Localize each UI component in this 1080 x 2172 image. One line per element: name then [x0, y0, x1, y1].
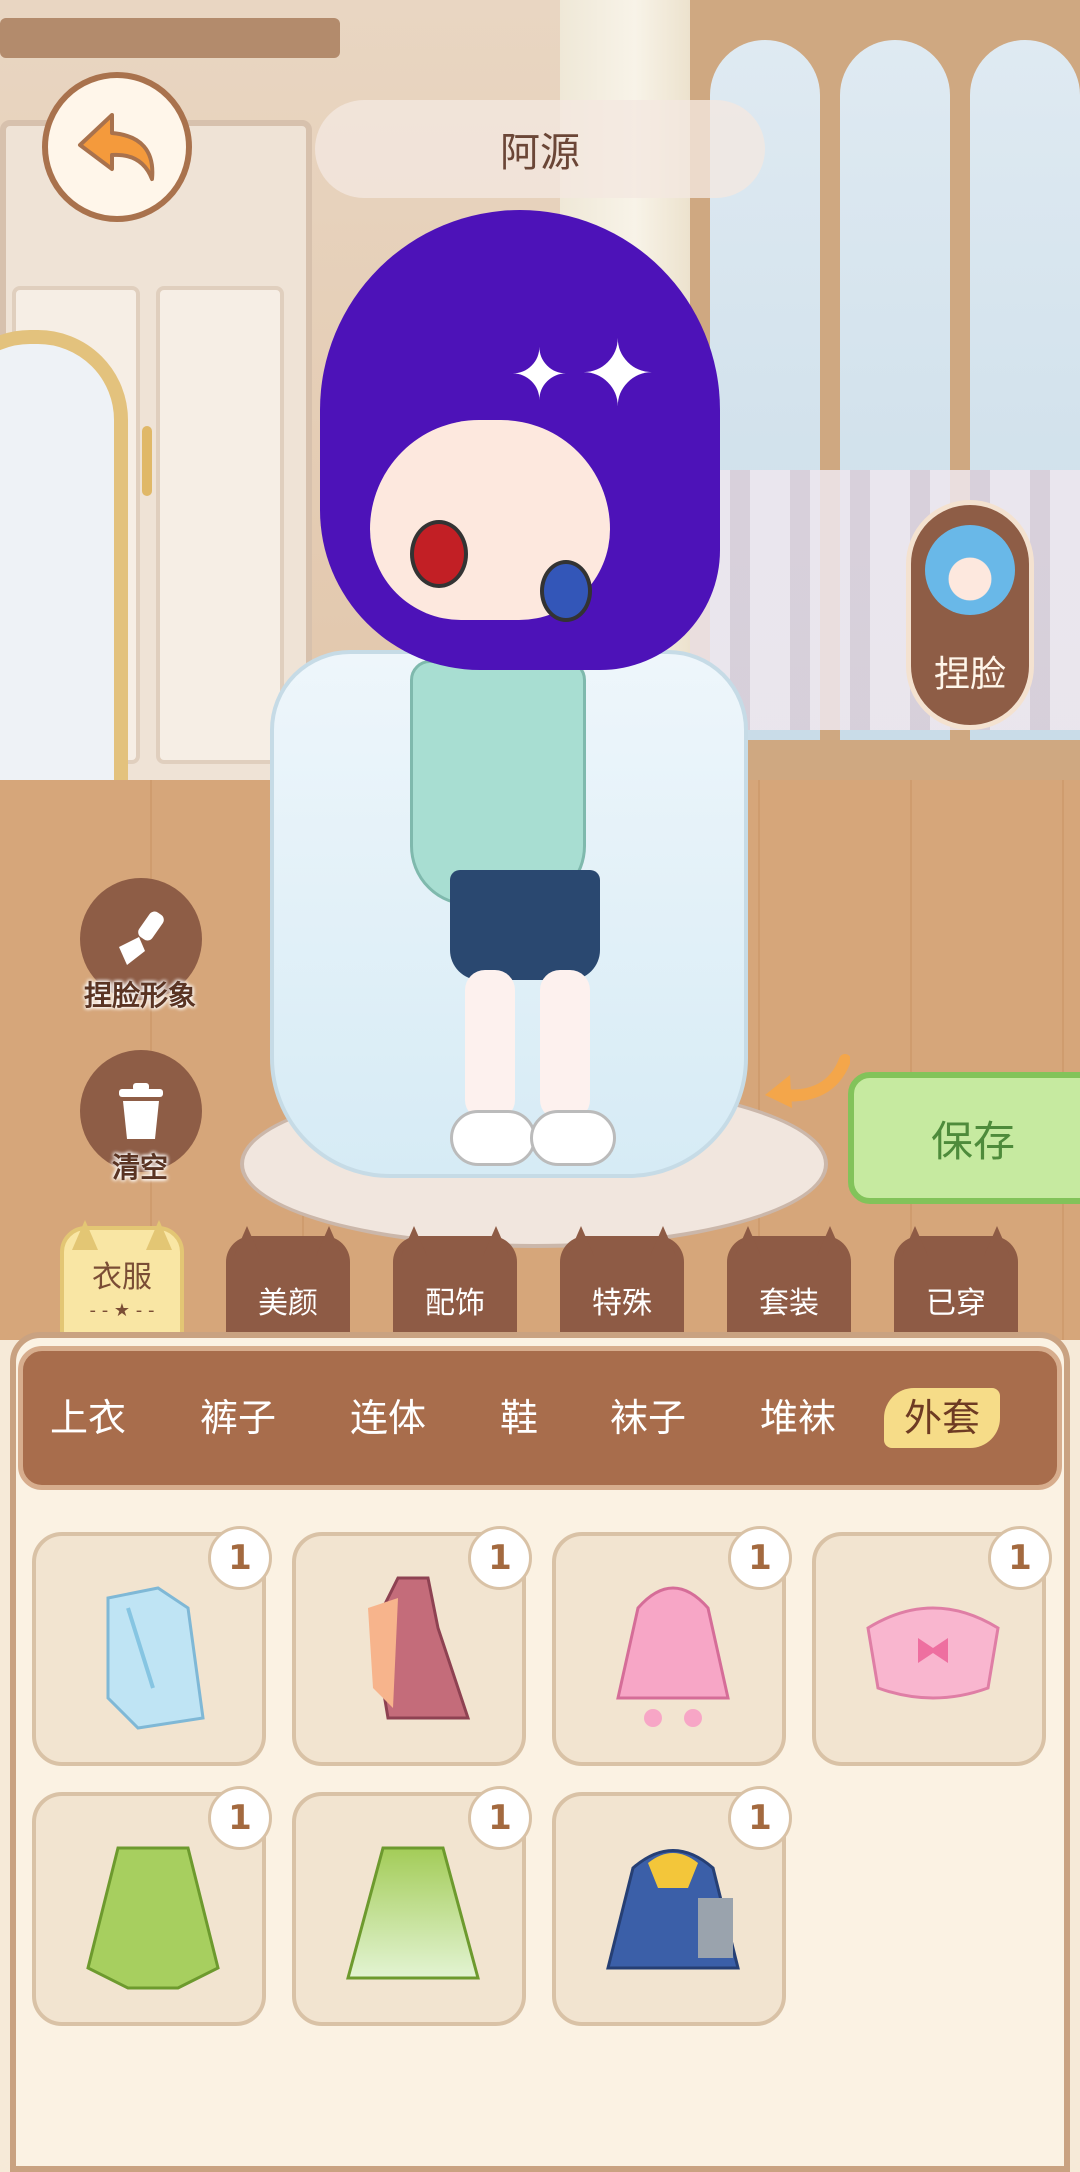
- character-eye: [540, 560, 592, 622]
- pink-hooded-jacket-icon: [616, 1586, 730, 1727]
- back-button[interactable]: [42, 72, 192, 222]
- subtab-stacked-socks[interactable]: 堆袜: [760, 1388, 836, 1448]
- green-robe-icon: [86, 1846, 220, 1990]
- item-count-badge: 1: [468, 1786, 532, 1850]
- character-leg: [465, 970, 515, 1120]
- item-card[interactable]: 1: [292, 1526, 532, 1766]
- face-edit-label: 捏脸: [933, 654, 1006, 695]
- tab-special[interactable]: 特殊: [560, 1236, 684, 1340]
- subtab-shoes[interactable]: 鞋: [500, 1388, 538, 1448]
- item-count-badge: 1: [468, 1526, 532, 1590]
- subtab-socks[interactable]: 袜子: [610, 1388, 686, 1448]
- clear-label: 清空: [111, 1151, 168, 1184]
- save-button[interactable]: 保存: [848, 1072, 1080, 1204]
- item-count-badge: 1: [208, 1786, 272, 1850]
- subtab-onepiece[interactable]: 连体: [350, 1388, 426, 1448]
- back-arrow-icon: [78, 113, 155, 181]
- item-card[interactable]: 1: [552, 1786, 792, 2026]
- item-card[interactable]: 1: [32, 1526, 272, 1766]
- edit-face-image-label: 捏脸形象: [83, 979, 196, 1012]
- wall-shelf: [0, 18, 340, 58]
- sparkle-icon: ✦: [580, 322, 656, 427]
- tab-clothes[interactable]: 衣服 - - ★ - -: [60, 1226, 184, 1346]
- face-avatar-icon: [925, 525, 1015, 615]
- item-count-badge: 1: [988, 1526, 1052, 1590]
- subtab-tops[interactable]: 上衣: [50, 1388, 126, 1448]
- face-edit-button[interactable]: 捏脸: [906, 500, 1034, 730]
- cabinet-handle: [142, 426, 152, 496]
- blue-crystal-coat-icon: [106, 1586, 205, 1730]
- item-count-badge: 1: [208, 1526, 272, 1590]
- pink-bow-cape-icon: [866, 1606, 1000, 1700]
- tab-beauty[interactable]: 美颜: [226, 1236, 350, 1340]
- subtab-coats[interactable]: 外套: [884, 1388, 1001, 1448]
- rose-gown-coat-icon: [368, 1576, 471, 1720]
- item-card[interactable]: 1: [292, 1786, 532, 2026]
- tab-worn[interactable]: 已穿: [894, 1236, 1018, 1340]
- item-count-badge: 1: [728, 1526, 792, 1590]
- tab-accessories[interactable]: 配饰: [393, 1236, 517, 1340]
- character-eye: [410, 520, 468, 588]
- character-leg: [540, 970, 590, 1120]
- character-shorts: [450, 870, 600, 980]
- character-avatar[interactable]: ✦ ✦: [240, 190, 850, 1270]
- item-count-badge: 1: [728, 1786, 792, 1850]
- star-icon: - - ★ - -: [89, 1299, 155, 1321]
- brush-icon: [119, 911, 164, 965]
- tab-clothes-label: 衣服: [92, 1259, 152, 1295]
- sparkle-icon: ✦: [510, 334, 569, 416]
- tab-outfits[interactable]: 套装: [727, 1236, 851, 1340]
- green-gradient-robe-icon: [346, 1846, 480, 1980]
- trash-icon: [119, 1083, 163, 1139]
- blue-yellow-hoodie-icon: [606, 1849, 740, 1970]
- item-card[interactable]: 1: [552, 1526, 792, 1766]
- character-shoe: [530, 1110, 616, 1166]
- character-name: 阿源: [315, 100, 765, 198]
- item-card[interactable]: 1: [812, 1526, 1052, 1766]
- rotate-arrow-icon[interactable]: [760, 1040, 850, 1110]
- subtab-pants[interactable]: 裤子: [200, 1388, 276, 1448]
- item-card[interactable]: 1: [32, 1786, 272, 2026]
- character-shoe: [450, 1110, 536, 1166]
